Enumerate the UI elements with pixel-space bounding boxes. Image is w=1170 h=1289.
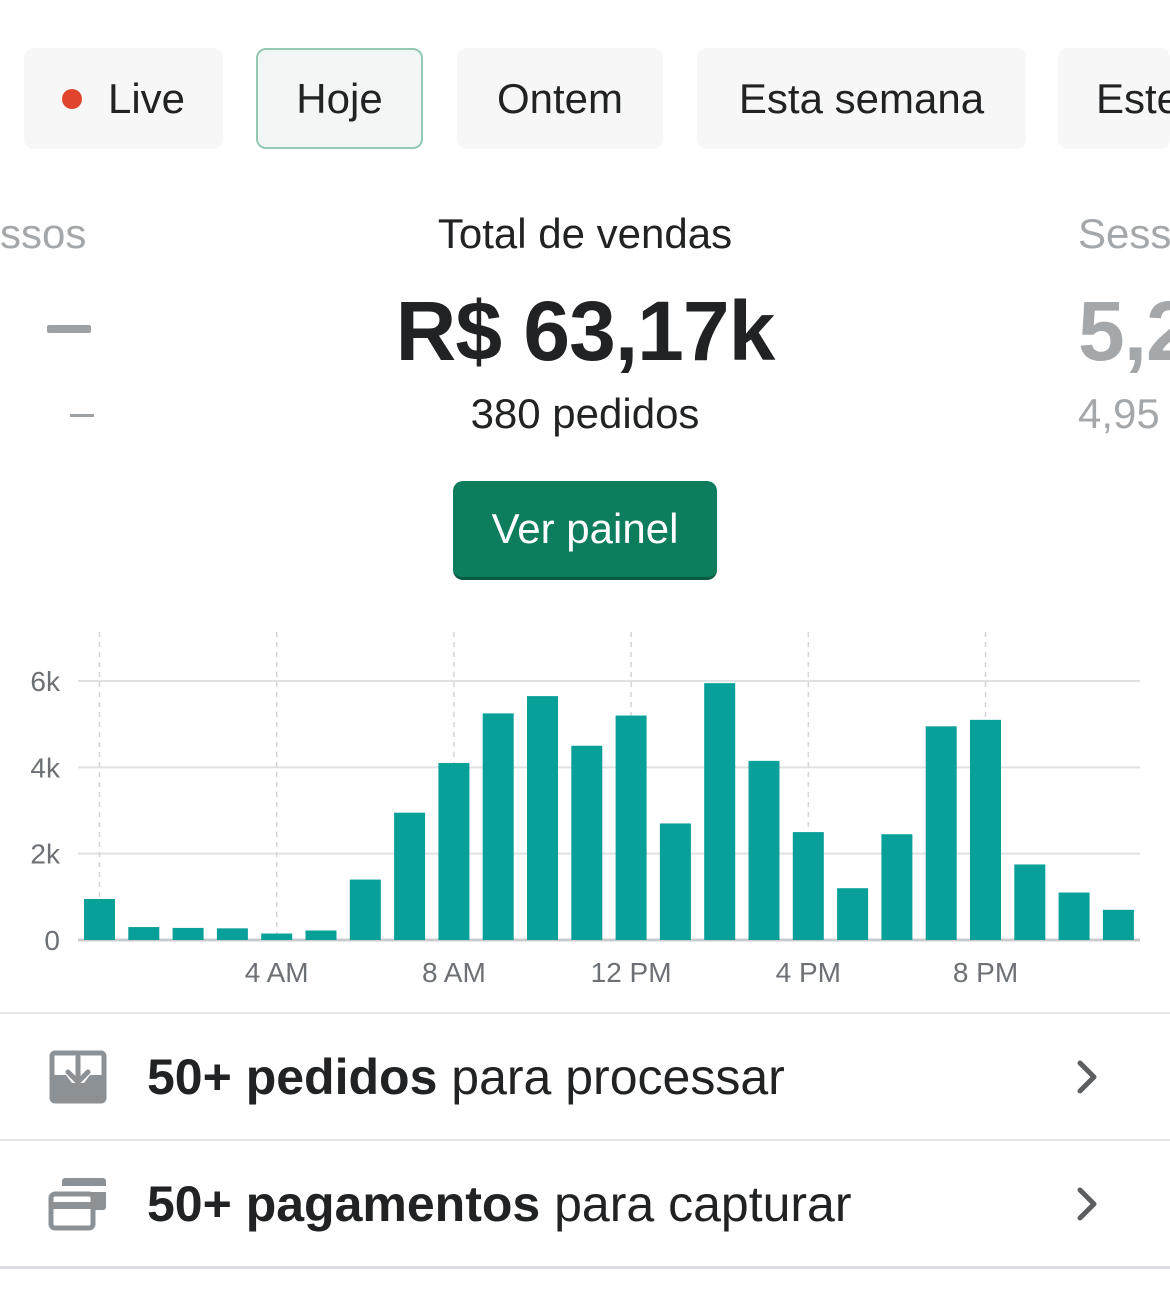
filter-today-chip[interactable]: Hoje bbox=[256, 48, 423, 149]
y-tick-label: 4k bbox=[30, 752, 61, 783]
sales-bar bbox=[792, 832, 824, 940]
main-metric-value: R$ 63,17k bbox=[395, 284, 776, 378]
orders-to-process-row[interactable]: 50+ pedidos para processar bbox=[0, 1014, 1170, 1140]
sales-bar bbox=[881, 834, 913, 940]
y-tick-label: 2k bbox=[30, 839, 61, 870]
filter-today-label: Hoje bbox=[296, 74, 383, 122]
x-tick-label: 8 PM bbox=[953, 957, 1018, 988]
x-tick-label: 4 AM bbox=[245, 957, 309, 988]
x-tick-label: 8 AM bbox=[422, 957, 486, 988]
sales-bar bbox=[305, 930, 337, 940]
filter-this-month-chip[interactable]: Este bbox=[1058, 48, 1170, 149]
filter-this-week-label: Esta semana bbox=[738, 74, 985, 122]
payments-to-capture-row[interactable]: 50+ pagamentos para capturar bbox=[0, 1141, 1170, 1267]
sales-bar bbox=[1102, 909, 1134, 940]
filter-live-chip[interactable]: Live bbox=[24, 48, 223, 149]
sales-by-hour-chart: 0 2k 4k 6k 4 AM 8 AM 12 PM 4 PM 8 PM bbox=[30, 632, 1140, 988]
filter-yesterday-chip[interactable]: Ontem bbox=[457, 48, 663, 149]
sales-bar bbox=[84, 898, 115, 940]
sales-bar bbox=[261, 933, 293, 940]
sales-bar bbox=[837, 888, 869, 940]
filter-this-month-label: Este bbox=[1096, 74, 1170, 122]
right-metric-title: Sess bbox=[1078, 210, 1170, 257]
sales-bar bbox=[527, 696, 558, 940]
sales-bar bbox=[1014, 864, 1046, 940]
sales-bar bbox=[704, 683, 736, 940]
date-filter-bar: Live Hoje Ontem Esta semana Este bbox=[0, 48, 1170, 149]
orders-rest-text: para processar bbox=[437, 1049, 785, 1105]
sales-bar bbox=[172, 927, 204, 940]
view-dashboard-button[interactable]: Ver painel bbox=[453, 481, 717, 580]
right-metric-subtitle: 4,95 bbox=[1078, 390, 1160, 437]
orders-count-bold: 50+ pedidos bbox=[147, 1049, 438, 1105]
sales-bar bbox=[216, 928, 248, 940]
sales-bar bbox=[394, 812, 426, 940]
live-indicator-icon bbox=[61, 88, 82, 109]
sales-bar bbox=[748, 760, 780, 940]
sales-bar bbox=[970, 719, 1001, 940]
filter-this-week-chip[interactable]: Esta semana bbox=[697, 48, 1026, 149]
sales-bar bbox=[925, 726, 957, 940]
dashboard-root: Live Hoje Ontem Esta semana Este ssos To… bbox=[0, 0, 1170, 1289]
view-dashboard-label: Ver painel bbox=[491, 505, 679, 552]
sales-bar bbox=[615, 715, 647, 940]
sales-bar bbox=[128, 927, 160, 940]
sales-bar bbox=[659, 823, 691, 940]
payments-count-bold: 50+ pagamentos bbox=[147, 1176, 541, 1232]
filter-yesterday-label: Ontem bbox=[496, 74, 624, 122]
credit-card-icon bbox=[48, 1178, 106, 1231]
x-tick-label: 4 PM bbox=[776, 957, 841, 988]
inbox-download-icon bbox=[49, 1050, 107, 1104]
sales-bar bbox=[571, 745, 603, 940]
sales-bar bbox=[482, 713, 514, 940]
main-metric-title: Total de vendas bbox=[437, 210, 733, 257]
payments-rest-text: para capturar bbox=[540, 1176, 852, 1232]
chevron-right-icon bbox=[1077, 1060, 1097, 1094]
y-tick-label: 6k bbox=[30, 666, 61, 697]
row-divider bbox=[0, 1266, 1170, 1269]
sales-bar bbox=[438, 763, 470, 940]
right-metric-value: 5,2 bbox=[1078, 284, 1170, 378]
x-tick-label: 12 PM bbox=[591, 957, 672, 988]
payments-to-capture-text: 50+ pagamentos para capturar bbox=[147, 1175, 852, 1233]
filter-live-label: Live bbox=[107, 74, 186, 122]
main-metric-subtitle: 380 pedidos bbox=[470, 390, 700, 437]
sales-bar bbox=[349, 879, 381, 940]
y-tick-label: 0 bbox=[44, 925, 60, 956]
chevron-right-icon bbox=[1077, 1187, 1097, 1221]
sales-bar bbox=[1058, 892, 1090, 940]
orders-to-process-text: 50+ pedidos para processar bbox=[147, 1048, 785, 1106]
